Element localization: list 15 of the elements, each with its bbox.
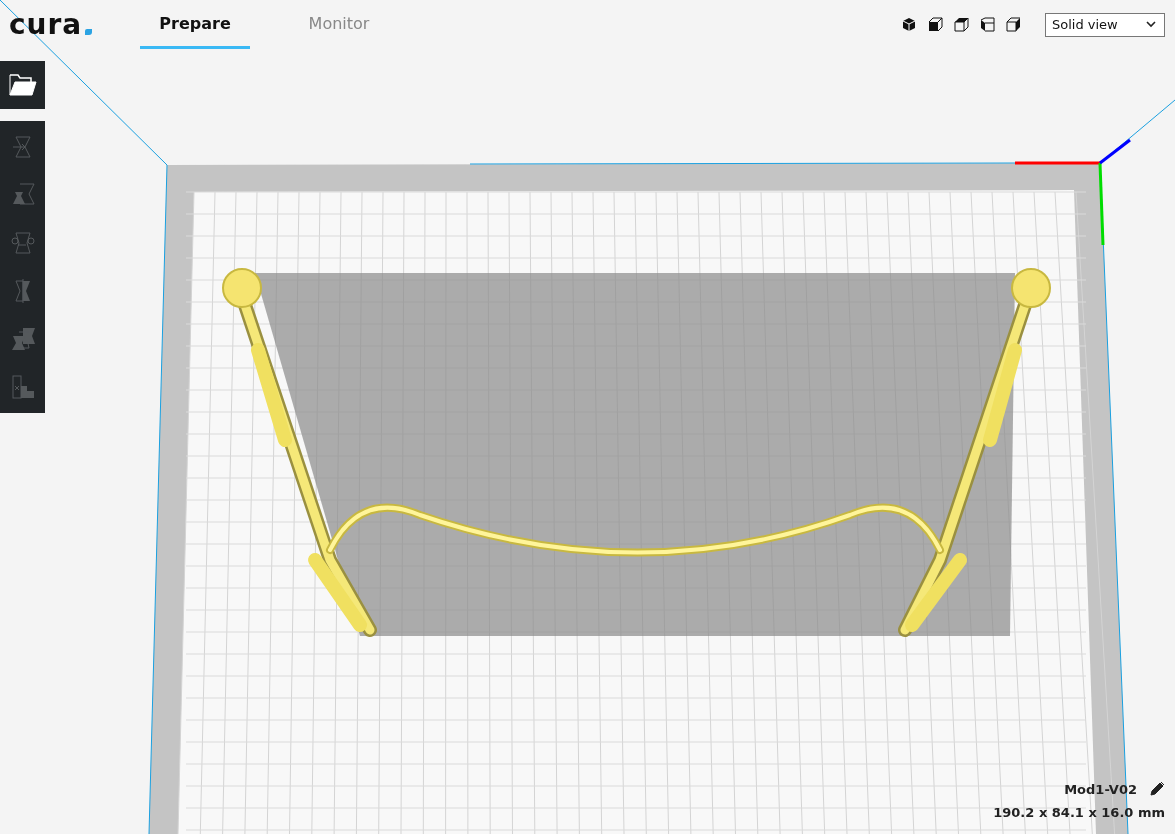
chevron-down-icon	[1146, 21, 1156, 28]
view-right-icon[interactable]	[1006, 17, 1021, 32]
model-settings-icon	[9, 326, 36, 352]
object-dimensions: 190.2 x 84.1 x 16.0 mm	[993, 805, 1165, 820]
view-front-icon[interactable]	[928, 17, 943, 32]
support-tool-icon	[9, 374, 36, 400]
pencil-icon[interactable]	[1149, 781, 1165, 797]
tab[interactable]: Prepare	[140, 0, 250, 49]
view-left-icon[interactable]	[980, 17, 995, 32]
view-3d-icon[interactable]	[902, 17, 917, 32]
view-top-icon[interactable]	[954, 17, 969, 32]
rotate-tool-icon	[9, 230, 36, 256]
view-mode-dropdown[interactable]: Solid view	[1045, 12, 1165, 37]
open-file-button[interactable]	[0, 61, 45, 109]
folder-icon	[8, 74, 37, 96]
